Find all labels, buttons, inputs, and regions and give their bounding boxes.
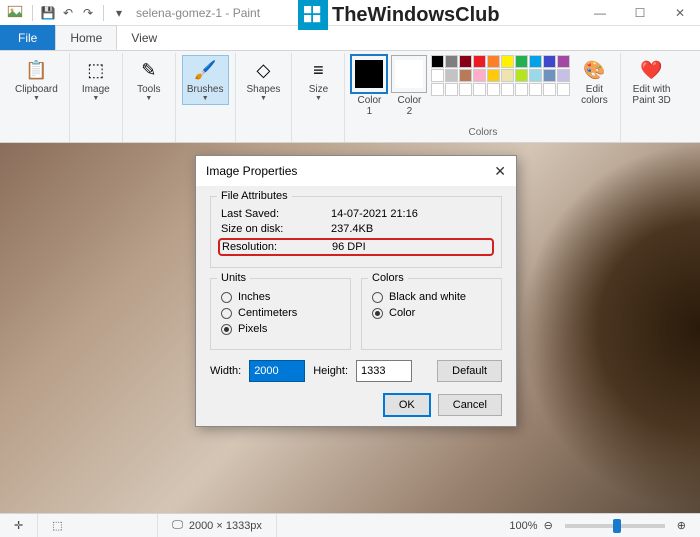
- palette-swatch[interactable]: [529, 83, 542, 96]
- zoom-level: 100%: [509, 520, 537, 532]
- size-icon: ≡: [306, 58, 330, 82]
- quick-access-toolbar: 💾 ↶ ↷ ▾: [28, 4, 128, 22]
- shapes-icon: ◇: [251, 58, 275, 82]
- colors-bw-radio[interactable]: Black and white: [372, 291, 491, 303]
- palette-swatch[interactable]: [529, 55, 542, 68]
- ribbon: 📋 Clipboard ▼ ⬚ Image ▼ ✎ Tools ▼ 🖌️ Bru…: [0, 51, 700, 143]
- size-button[interactable]: ≡ Size ▼: [298, 55, 338, 105]
- selection-size: ⬚: [38, 514, 158, 537]
- redo-button[interactable]: ↷: [79, 4, 97, 22]
- image-properties-dialog: Image Properties ✕ File Attributes Last …: [195, 155, 517, 427]
- palette-swatch[interactable]: [529, 69, 542, 82]
- image-button[interactable]: ⬚ Image ▼: [76, 55, 116, 105]
- palette-swatch[interactable]: [487, 83, 500, 96]
- zoom-out-button[interactable]: ⊖: [544, 519, 553, 532]
- tools-button[interactable]: ✎ Tools ▼: [129, 55, 169, 105]
- zoom-slider[interactable]: [565, 524, 665, 528]
- palette-swatch[interactable]: [487, 55, 500, 68]
- shapes-button[interactable]: ◇ Shapes ▼: [242, 55, 286, 105]
- units-inches-radio[interactable]: Inches: [221, 291, 340, 303]
- resolution-row-highlight: Resolution:96 DPI: [218, 238, 494, 256]
- color-palette[interactable]: [431, 55, 570, 96]
- height-input[interactable]: [356, 360, 412, 382]
- home-tab[interactable]: Home: [55, 25, 117, 50]
- palette-swatch[interactable]: [473, 55, 486, 68]
- zoom-in-button[interactable]: ⊕: [677, 519, 686, 532]
- palette-swatch[interactable]: [487, 69, 500, 82]
- dialog-titlebar[interactable]: Image Properties ✕: [196, 156, 516, 186]
- palette-swatch[interactable]: [501, 69, 514, 82]
- crosshair-icon: ✛: [14, 519, 23, 532]
- ok-button[interactable]: OK: [384, 394, 430, 416]
- palette-swatch[interactable]: [431, 55, 444, 68]
- cursor-position: ✛: [0, 514, 38, 537]
- palette-swatch[interactable]: [543, 69, 556, 82]
- palette-swatch[interactable]: [431, 69, 444, 82]
- units-pixels-radio[interactable]: Pixels: [221, 323, 340, 335]
- qat-customize[interactable]: ▾: [110, 4, 128, 22]
- dialog-close-button[interactable]: ✕: [494, 163, 506, 180]
- file-tab[interactable]: File: [0, 25, 55, 50]
- color2-button[interactable]: [391, 55, 427, 93]
- palette-swatch[interactable]: [515, 69, 528, 82]
- palette-icon: 🎨: [582, 58, 606, 82]
- palette-swatch[interactable]: [473, 83, 486, 96]
- palette-swatch[interactable]: [445, 55, 458, 68]
- colors-group: Colors Black and white Color: [361, 278, 502, 350]
- palette-swatch[interactable]: [431, 83, 444, 96]
- edit-colors-button[interactable]: 🎨 Edit colors: [574, 55, 614, 109]
- units-group: Units Inches Centimeters Pixels: [210, 278, 351, 350]
- paint3d-icon: ❤️: [640, 58, 664, 82]
- undo-button[interactable]: ↶: [59, 4, 77, 22]
- brushes-button[interactable]: 🖌️ Brushes ▼: [182, 55, 229, 105]
- paint3d-button[interactable]: ❤️ Edit with Paint 3D: [627, 55, 675, 109]
- minimize-button[interactable]: —: [580, 0, 620, 26]
- brush-icon: 🖌️: [193, 58, 217, 82]
- palette-swatch[interactable]: [445, 69, 458, 82]
- select-icon: ⬚: [84, 58, 108, 82]
- palette-swatch[interactable]: [459, 83, 472, 96]
- view-tab[interactable]: View: [117, 25, 171, 50]
- save-button[interactable]: 💾: [39, 4, 57, 22]
- close-button[interactable]: ✕: [660, 0, 700, 26]
- maximize-button[interactable]: ☐: [620, 0, 660, 26]
- width-label: Width:: [210, 365, 241, 377]
- clipboard-button[interactable]: 📋 Clipboard ▼: [10, 55, 63, 105]
- dialog-title: Image Properties: [206, 164, 297, 178]
- palette-swatch[interactable]: [557, 83, 570, 96]
- palette-swatch[interactable]: [501, 55, 514, 68]
- palette-swatch[interactable]: [515, 55, 528, 68]
- palette-swatch[interactable]: [543, 83, 556, 96]
- pencil-icon: ✎: [137, 58, 161, 82]
- selection-icon: ⬚: [52, 519, 62, 532]
- colors-color-radio[interactable]: Color: [372, 307, 491, 319]
- height-label: Height:: [313, 365, 348, 377]
- app-icon: [6, 4, 24, 22]
- width-input[interactable]: [249, 360, 305, 382]
- cancel-button[interactable]: Cancel: [438, 394, 502, 416]
- watermark: TheWindowsClub: [298, 0, 500, 30]
- units-centimeters-radio[interactable]: Centimeters: [221, 307, 340, 319]
- palette-swatch[interactable]: [557, 55, 570, 68]
- palette-swatch[interactable]: [557, 69, 570, 82]
- dimensions-icon: 🖵: [172, 519, 183, 532]
- palette-swatch[interactable]: [459, 69, 472, 82]
- palette-swatch[interactable]: [515, 83, 528, 96]
- file-attributes-group: File Attributes Last Saved:14-07-2021 21…: [210, 196, 502, 268]
- clipboard-icon: 📋: [24, 58, 48, 82]
- default-button[interactable]: Default: [437, 360, 502, 382]
- palette-swatch[interactable]: [459, 55, 472, 68]
- window-title: selena-gomez-1 - Paint: [136, 6, 260, 20]
- palette-swatch[interactable]: [543, 55, 556, 68]
- palette-swatch[interactable]: [501, 83, 514, 96]
- color1-button[interactable]: [351, 55, 387, 93]
- statusbar: ✛ ⬚ 🖵2000 × 1333px 100% ⊖ ⊕: [0, 513, 700, 537]
- palette-swatch[interactable]: [445, 83, 458, 96]
- image-dimensions: 🖵2000 × 1333px: [158, 514, 277, 537]
- palette-swatch[interactable]: [473, 69, 486, 82]
